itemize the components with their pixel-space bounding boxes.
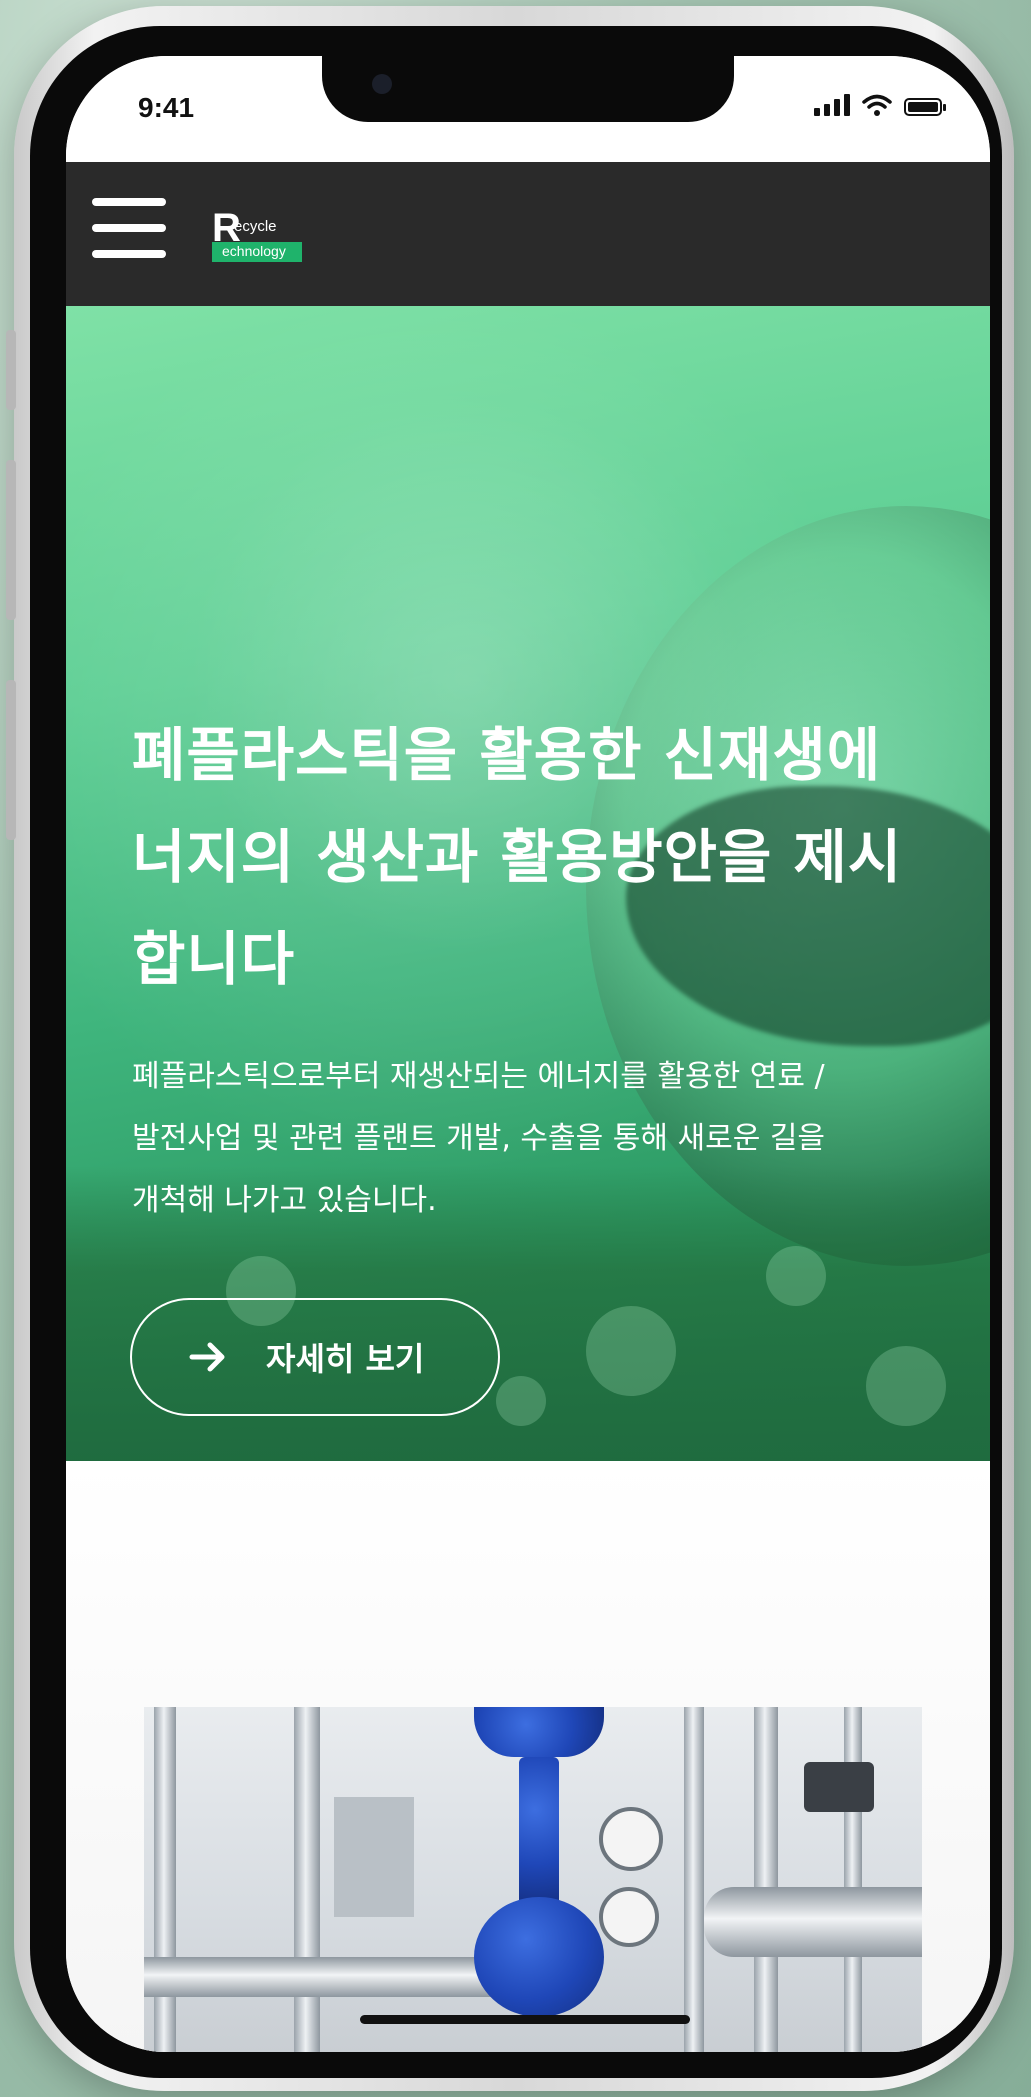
- logo-word-technology: echnology: [222, 243, 286, 259]
- content-section: [66, 1461, 990, 2052]
- wifi-icon: [862, 94, 892, 116]
- learn-more-label: 자세히 보기: [266, 1340, 425, 1378]
- arrow-right-icon: [189, 1342, 225, 1372]
- learn-more-button[interactable]: 자세히 보기: [130, 1298, 500, 1416]
- bokeh-light: [766, 1246, 826, 1306]
- bokeh-light: [586, 1306, 676, 1396]
- status-bar: 9:41: [66, 56, 990, 162]
- pressure-gauge: [599, 1887, 659, 1947]
- industrial-plant-image: [144, 1707, 922, 2052]
- pipe: [144, 1957, 504, 1997]
- notch: [322, 56, 734, 122]
- app-header: R ecycle echnology: [66, 162, 990, 306]
- actuator-box: [804, 1762, 874, 1812]
- bokeh-light: [496, 1376, 546, 1426]
- camera-icon: [372, 74, 392, 94]
- pipe: [294, 1707, 320, 2052]
- valve-actuator: [474, 1707, 604, 1757]
- pipe: [154, 1707, 176, 2052]
- pipe: [754, 1707, 778, 2052]
- pressure-gauge: [599, 1807, 663, 1871]
- silent-switch: [6, 330, 16, 410]
- pipe: [684, 1707, 704, 2052]
- control-box: [334, 1797, 414, 1917]
- bokeh-light: [866, 1346, 946, 1426]
- hero-section: 폐플라스틱을 활용한 신재생에 너지의 생산과 활용방안을 제시 합니다 폐플라…: [66, 306, 990, 1461]
- status-icons: [814, 94, 946, 116]
- hero-description: 폐플라스틱으로부터 재생산되는 에너지를 활용한 연료 / 발전사업 및 관련 …: [132, 1059, 826, 1218]
- hero-title: 폐플라스틱을 활용한 신재생에 너지의 생산과 활용방안을 제시 합니다: [132, 721, 903, 993]
- hamburger-icon[interactable]: [92, 198, 166, 258]
- volume-up-button: [6, 460, 16, 620]
- valve-body: [474, 1897, 604, 2017]
- home-indicator[interactable]: [360, 2015, 690, 2024]
- pipe: [844, 1707, 862, 2052]
- logo[interactable]: R ecycle echnology: [212, 208, 306, 268]
- valve-stem: [519, 1757, 559, 1907]
- volume-down-button: [6, 680, 16, 840]
- status-time: 9:41: [138, 92, 195, 123]
- phone-screen: 9:41 R ecycle echnology 폐플라스틱을 활용한 신재생에 …: [66, 56, 990, 2052]
- pipe: [704, 1887, 922, 1957]
- signal-icon: [814, 94, 850, 116]
- logo-word-recycle: ecycle: [234, 218, 277, 235]
- battery-icon: [904, 98, 946, 116]
